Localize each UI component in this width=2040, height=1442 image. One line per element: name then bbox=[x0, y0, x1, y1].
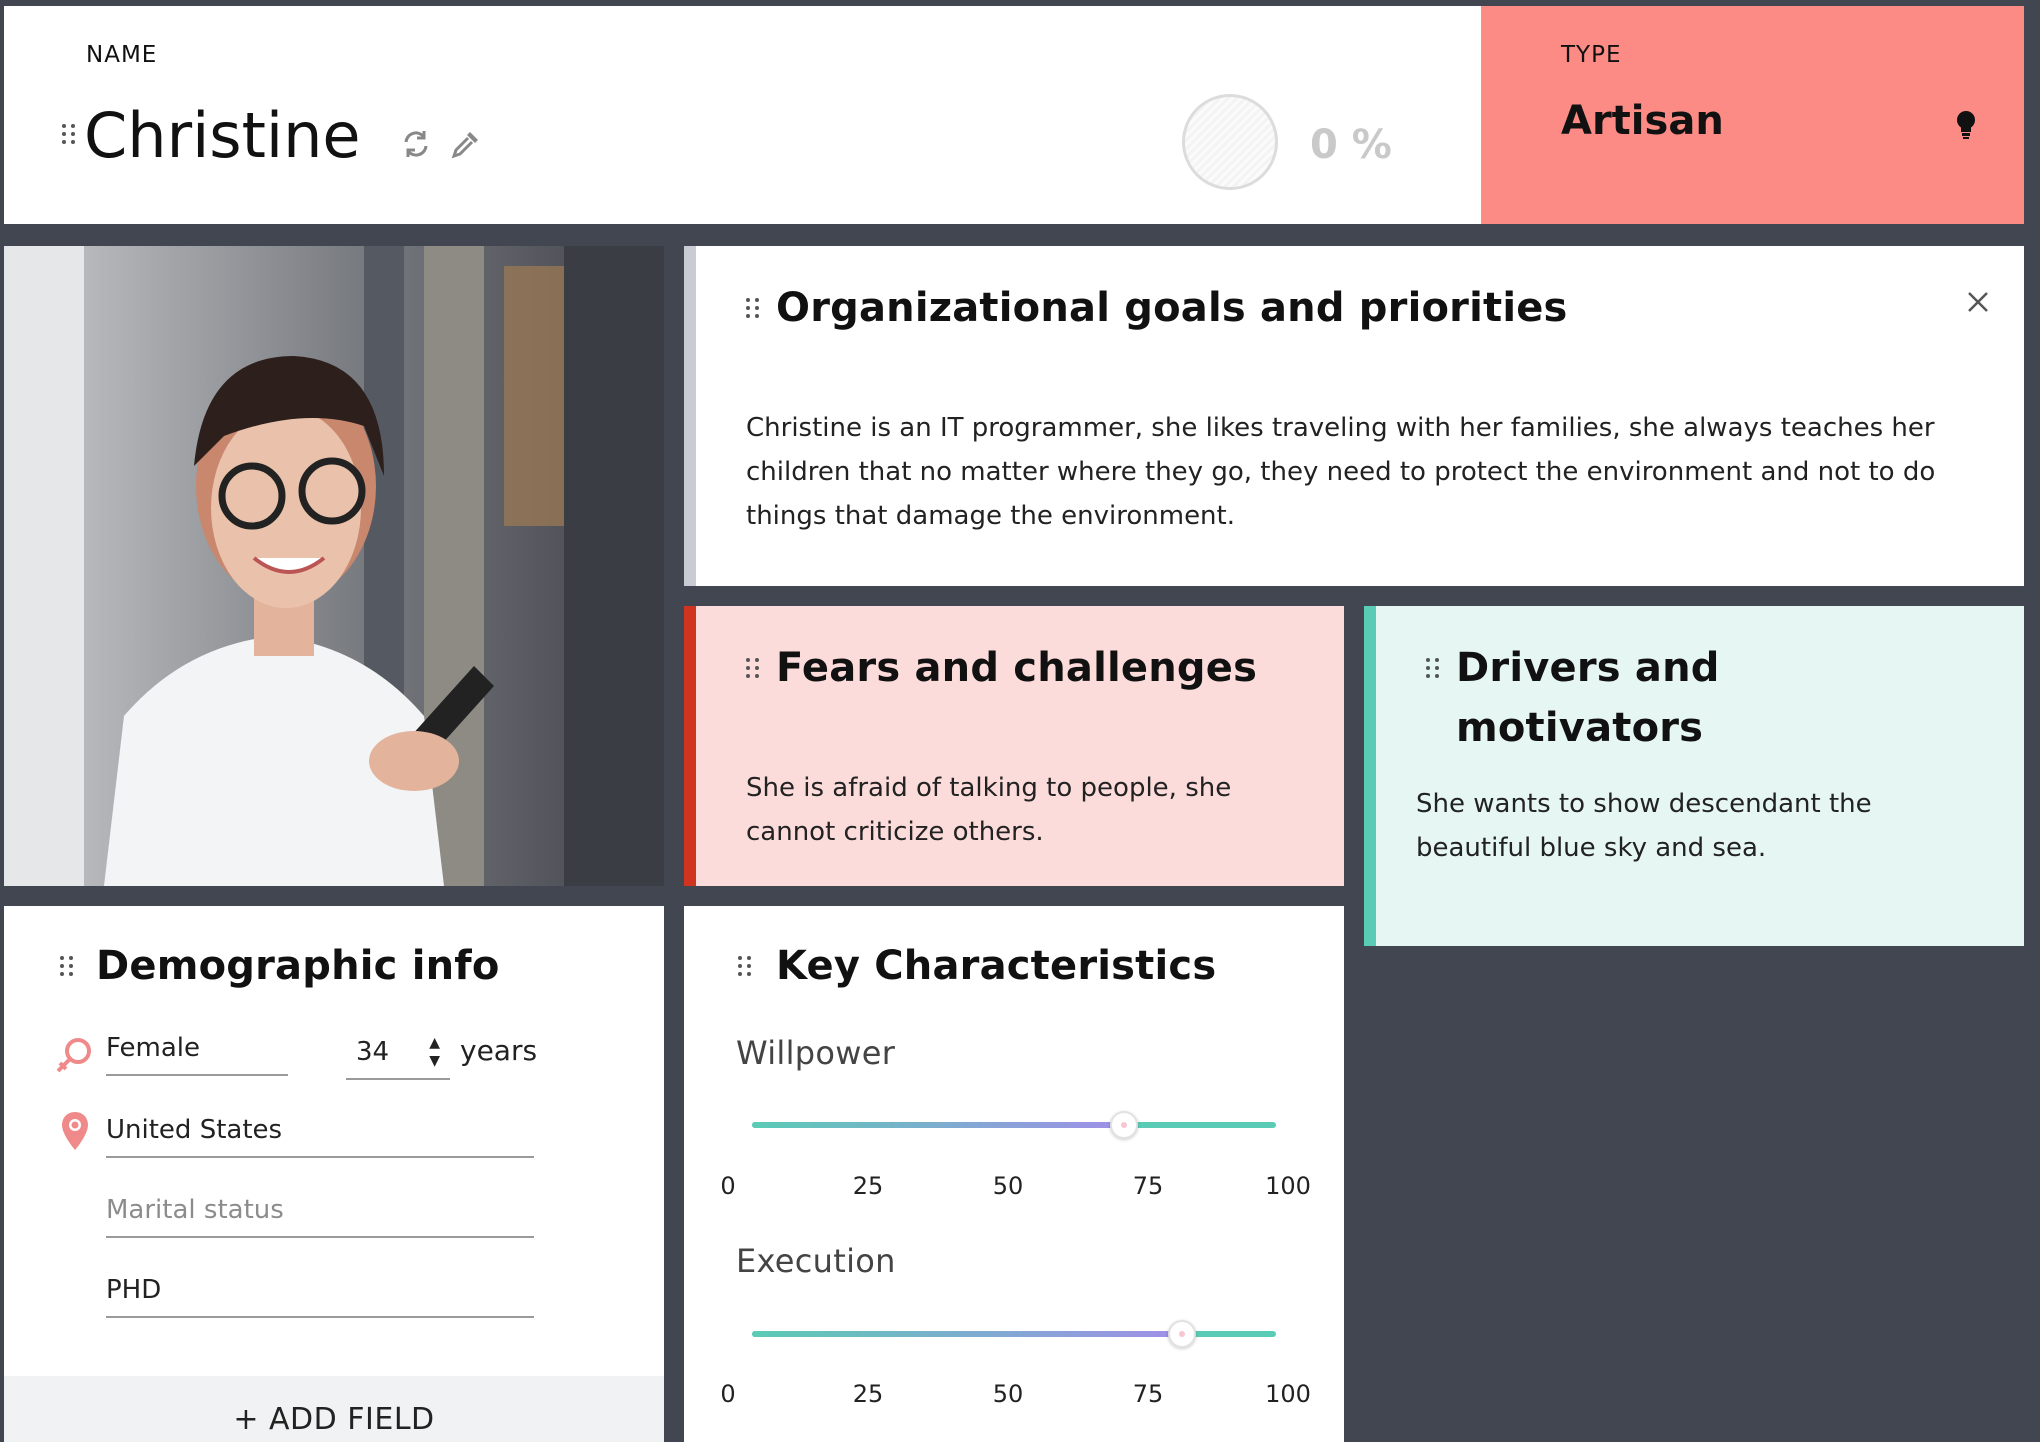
age-unit: years bbox=[460, 1034, 538, 1067]
type-value[interactable]: Artisan bbox=[1561, 98, 1724, 144]
tick-label: 100 bbox=[1265, 1172, 1311, 1200]
lightbulb-icon[interactable] bbox=[1955, 110, 1977, 144]
close-icon[interactable] bbox=[1966, 290, 1990, 318]
card-title: Key Characteristics bbox=[776, 943, 1217, 989]
tick-label: 0 bbox=[720, 1172, 736, 1200]
type-panel[interactable]: TYPE Artisan bbox=[1481, 6, 2024, 224]
tick-label: 75 bbox=[1132, 1380, 1164, 1408]
age-value: 34 bbox=[356, 1037, 390, 1067]
refresh-icon[interactable] bbox=[400, 128, 432, 164]
drag-handle-icon[interactable] bbox=[1426, 658, 1440, 680]
tick-label: 75 bbox=[1132, 1172, 1164, 1200]
location-pin-icon bbox=[60, 1110, 90, 1156]
drag-handle-icon[interactable] bbox=[62, 124, 76, 146]
gender-field[interactable]: Female bbox=[106, 1026, 288, 1076]
card-title: Organizational goals and priorities bbox=[776, 285, 1568, 331]
persona-name[interactable]: Christine bbox=[84, 96, 361, 176]
marital-status-field[interactable]: Marital status bbox=[106, 1188, 534, 1238]
slider-scale: 0 25 50 75 100 bbox=[720, 1172, 1311, 1206]
completion-progress-ring bbox=[1182, 94, 1278, 190]
type-label: TYPE bbox=[1561, 42, 1622, 68]
drag-handle-icon[interactable] bbox=[746, 298, 760, 320]
demographic-info-card: Demographic info Female 34 ▲ ▼ years Unit… bbox=[4, 906, 664, 1442]
persona-photo[interactable] bbox=[4, 246, 664, 886]
drag-handle-icon[interactable] bbox=[738, 956, 752, 978]
drag-handle-icon[interactable] bbox=[746, 658, 760, 680]
slider-label-willpower: Willpower bbox=[736, 1034, 896, 1072]
card-title-line-1: Drivers and bbox=[1456, 645, 1720, 691]
tick-label: 0 bbox=[720, 1380, 736, 1408]
card-text[interactable]: She wants to show descendant the beautif… bbox=[1416, 782, 1936, 870]
slider-scale: 0 25 50 75 100 bbox=[720, 1380, 1311, 1414]
slider-thumb[interactable] bbox=[1167, 1320, 1196, 1348]
color-picker-icon[interactable] bbox=[450, 128, 482, 164]
tick-label: 25 bbox=[852, 1172, 884, 1200]
card-title: Demographic info bbox=[96, 943, 500, 989]
slider-fill bbox=[752, 1122, 1125, 1128]
persona-photo-image bbox=[4, 246, 664, 886]
name-label: NAME bbox=[86, 42, 158, 68]
completion-percentage: 0 % bbox=[1310, 122, 1392, 168]
tick-label: 25 bbox=[852, 1380, 884, 1408]
persona-header: NAME Christine 0 % bbox=[4, 6, 1481, 224]
age-stepper[interactable]: 34 ▲ ▼ bbox=[346, 1030, 450, 1080]
card-text[interactable]: She is afraid of talking to people, she … bbox=[746, 766, 1266, 854]
location-field[interactable]: United States bbox=[106, 1108, 534, 1158]
tick-label: 50 bbox=[992, 1172, 1024, 1200]
fears-challenges-card: Fears and challenges She is afraid of ta… bbox=[684, 606, 1344, 886]
card-title: Fears and challenges bbox=[776, 645, 1258, 691]
card-title-line-2: motivators bbox=[1456, 705, 1704, 751]
organizational-goals-card: Organizational goals and priorities Chri… bbox=[684, 246, 2024, 586]
add-field-button[interactable]: + ADD FIELD bbox=[4, 1376, 664, 1442]
stepper-arrows-icon[interactable]: ▲ ▼ bbox=[429, 1034, 440, 1070]
tick-label: 50 bbox=[992, 1380, 1024, 1408]
female-icon bbox=[54, 1036, 94, 1080]
education-field[interactable]: PHD bbox=[106, 1268, 534, 1318]
execution-slider[interactable] bbox=[752, 1320, 1276, 1348]
drivers-motivators-card: Drivers and motivators She wants to show… bbox=[1364, 606, 2024, 946]
slider-thumb[interactable] bbox=[1110, 1111, 1139, 1139]
slider-label-execution: Execution bbox=[736, 1242, 896, 1280]
key-characteristics-card: Key Characteristics Willpower 0 25 50 75… bbox=[684, 906, 1344, 1442]
willpower-slider[interactable] bbox=[752, 1111, 1276, 1139]
drag-handle-icon[interactable] bbox=[60, 956, 74, 978]
slider-fill bbox=[752, 1331, 1182, 1337]
tick-label: 100 bbox=[1265, 1380, 1311, 1408]
card-text[interactable]: Christine is an IT programmer, she likes… bbox=[746, 406, 1986, 538]
